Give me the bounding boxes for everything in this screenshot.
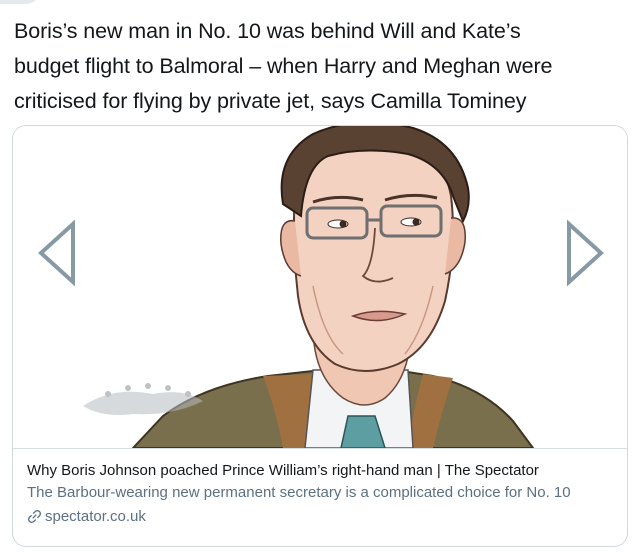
link-icon — [28, 510, 41, 523]
link-preview-card[interactable]: Why Boris Johnson poached Prince William… — [12, 125, 628, 547]
tweet-text: Boris’s new man in No. 10 was behind Wil… — [14, 14, 614, 119]
card-description: The Barbour-wearing new permanent secret… — [27, 484, 571, 501]
previous-tweet-fragment — [0, 0, 40, 4]
tweet-text-line: budget flight to Balmoral – when Harry a… — [14, 54, 553, 78]
card-image[interactable] — [13, 126, 627, 449]
tweet-text-line: criticised for flying by private jet, sa… — [14, 89, 527, 113]
card-domain[interactable]: spectator.co.uk — [27, 507, 613, 526]
card-body[interactable]: Why Boris Johnson poached Prince William… — [13, 449, 627, 546]
portrait-illustration — [83, 126, 535, 448]
chevron-right-icon[interactable] — [563, 218, 609, 288]
card-title[interactable]: Why Boris Johnson poached Prince William… — [27, 461, 613, 480]
chevron-left-icon[interactable] — [33, 218, 79, 288]
card-domain-text[interactable]: spectator.co.uk — [45, 507, 146, 526]
tweet-text-line: Boris’s new man in No. 10 was behind Wil… — [14, 19, 521, 43]
